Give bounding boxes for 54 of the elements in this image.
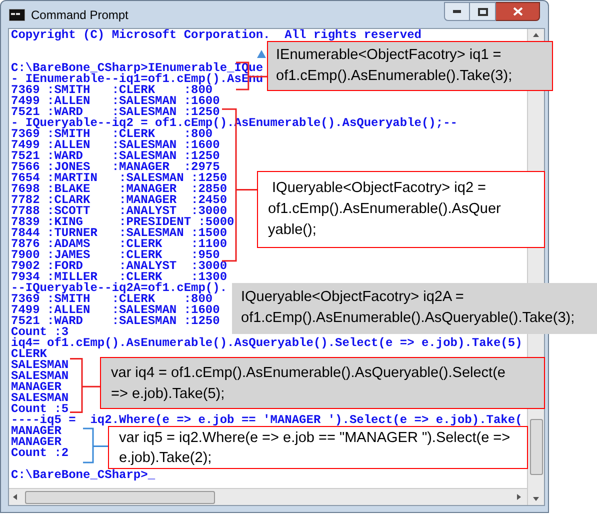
console-line: MANAGER (11, 382, 62, 393)
console-line: MANAGER (11, 426, 62, 437)
console-line: 7499 :ALLEN :SALESMAN :1600 (11, 140, 220, 151)
brace-connector (70, 357, 100, 414)
annotation-callout: var iq4 = of1.cEmp().AsEnumerable().AsQueryable().Select(e => e.job).Take(5); (100, 357, 545, 409)
console-line: 7369 :SMITH :CLERK :800 (11, 129, 213, 140)
console-line: Count :5 (11, 404, 69, 415)
console-line: 7839 :KING :PRESIDENT :5000 (11, 217, 234, 228)
console-line: --IQueryable--iq2A=of1.cEmp(). (11, 283, 228, 294)
close-icon (512, 7, 522, 16)
console-line: 7499 :ALLEN :SALESMAN :1600 (11, 96, 220, 107)
console-line: 7788 :SCOTT :ANALYST :3000 (11, 206, 228, 217)
scrollbar-thumb[interactable] (25, 490, 215, 504)
scrollbar-thumb[interactable] (530, 419, 542, 475)
console-line: 7521 :WARD :SALESMAN :1250 (11, 151, 220, 162)
console-line: 7521 :WARD :SALESMAN :1250 (11, 107, 220, 118)
window-title: Command Prompt (31, 6, 128, 24)
console-line: 7369 :SMITH :CLERK :800 (11, 294, 213, 305)
console-line: 7782 :CLARK :MANAGER :2450 (11, 195, 228, 206)
minimize-icon (453, 10, 461, 13)
console-line: Copyright (C) Microsoft Corporation. All rights reserved (11, 30, 422, 41)
console-line: 7698 :BLAKE :MANAGER :2850 (11, 184, 228, 195)
close-button[interactable] (496, 2, 540, 21)
annotation-callout: IEnumerable<ObjectFacotry> iq1 = of1.cEmp().AsEnumerable().Take(3); (267, 41, 553, 91)
minimize-button[interactable] (444, 2, 470, 21)
console-line: 7900 :JAMES :CLERK :950 (11, 250, 220, 261)
triangle-icon (257, 50, 266, 58)
console-line: Count :2 (11, 448, 69, 459)
maximize-button[interactable] (470, 2, 496, 21)
brace-connector (83, 427, 108, 464)
console-line: 7902 :FORD :ANALYST :3000 (11, 261, 228, 272)
horizontal-scrollbar[interactable] (9, 488, 527, 505)
annotation-callout: IQueryable<ObjectFacotry> iq2A = of1.cEmp().AsEnumerable().AsQueryable().Take(3); (232, 283, 597, 334)
console-line: SALESMAN (11, 393, 69, 404)
annotation-callout: IQueryable<ObjectFacotry> iq2 = of1.cEmp().AsEnumerable().AsQuer yable(); (257, 171, 545, 248)
annotation-callout: var iq5 = iq2.Where(e => e.job == "MANAGER ").Select(e => e.job).Take(2); (108, 426, 528, 469)
terminal-icon (9, 8, 25, 20)
console-line: 7654 :MARTIN :SALESMAN :1250 (11, 173, 228, 184)
console-line: 7844 :TURNER :SALESMAN :1500 (11, 228, 228, 239)
console-line: 7876 :ADAMS :CLERK :1100 (11, 239, 228, 250)
maximize-icon (478, 8, 488, 16)
console-line: 7566 :JONES :MANAGER :2975 (11, 162, 220, 173)
console-line: 7934 :MILLER :CLERK :1300 (11, 272, 228, 283)
console-line: iq4= of1.cEmp().AsEnumerable().AsQueryable().Select(e => e.job).Take(5) (11, 338, 522, 349)
console-line: C:\BareBone_CSharp>_ (11, 470, 156, 481)
console-line: 7369 :SMITH :CLERK :800 (11, 85, 213, 96)
console-line: MANAGER (11, 437, 62, 448)
console-line: SALESMAN (11, 360, 69, 371)
console-line: SALESMAN (11, 371, 69, 382)
console-line: CLERK (11, 349, 48, 360)
console-line: ----iq5 = iq2.Where(e => e.job == 'MANAGER ').Select(e => e.job).Take( (11, 415, 522, 426)
console-line: 7499 :ALLEN :SALESMAN :1600 (11, 305, 220, 316)
console-line: Count :3 (11, 327, 69, 338)
console-line: 7521 :WARD :SALESMAN :1250 (11, 316, 220, 327)
